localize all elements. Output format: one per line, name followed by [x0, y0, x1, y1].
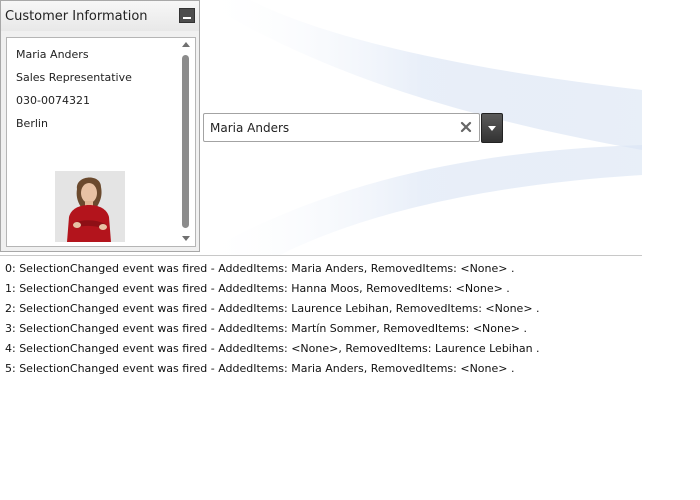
log-entry: 4: SelectionChanged event was fired - Ad…: [5, 342, 540, 355]
minimize-icon: [183, 17, 191, 19]
arrow-down-icon[interactable]: [182, 236, 190, 241]
vertical-scrollbar[interactable]: [178, 39, 195, 245]
clear-x-icon[interactable]: [460, 121, 472, 133]
customer-photo: [55, 171, 125, 242]
event-log: 0: SelectionChanged event was fired - Ad…: [5, 259, 645, 379]
log-entry: 1: SelectionChanged event was fired - Ad…: [5, 282, 510, 295]
phone-number: 030-0074321: [16, 94, 90, 107]
contact-name: Maria Anders: [16, 48, 89, 61]
city: Berlin: [16, 117, 48, 130]
panel-title: Customer Information: [5, 9, 148, 24]
panel-header: Customer Information: [1, 1, 199, 31]
scrollbar-thumb[interactable]: [182, 55, 189, 228]
arrow-up-icon[interactable]: [182, 42, 190, 47]
log-entry: 3: SelectionChanged event was fired - Ad…: [5, 322, 527, 335]
minimize-button[interactable]: [179, 8, 195, 23]
dropdown-button[interactable]: [481, 113, 503, 143]
chevron-down-icon: [488, 126, 496, 131]
customer-info-panel: Customer Information Maria Anders Sales …: [0, 0, 200, 252]
contact-title: Sales Representative: [16, 71, 132, 84]
log-entry: 0: SelectionChanged event was fired - Ad…: [5, 262, 515, 275]
customer-details: Maria Anders Sales Representative 030-00…: [6, 37, 196, 247]
log-entry: 2: SelectionChanged event was fired - Ad…: [5, 302, 540, 315]
combobox-selected-text[interactable]: Maria Anders: [210, 121, 289, 135]
log-entry: 5: SelectionChanged event was fired - Ad…: [5, 362, 515, 375]
customer-combobox[interactable]: Maria Anders: [203, 113, 480, 142]
section-divider: [0, 255, 642, 256]
